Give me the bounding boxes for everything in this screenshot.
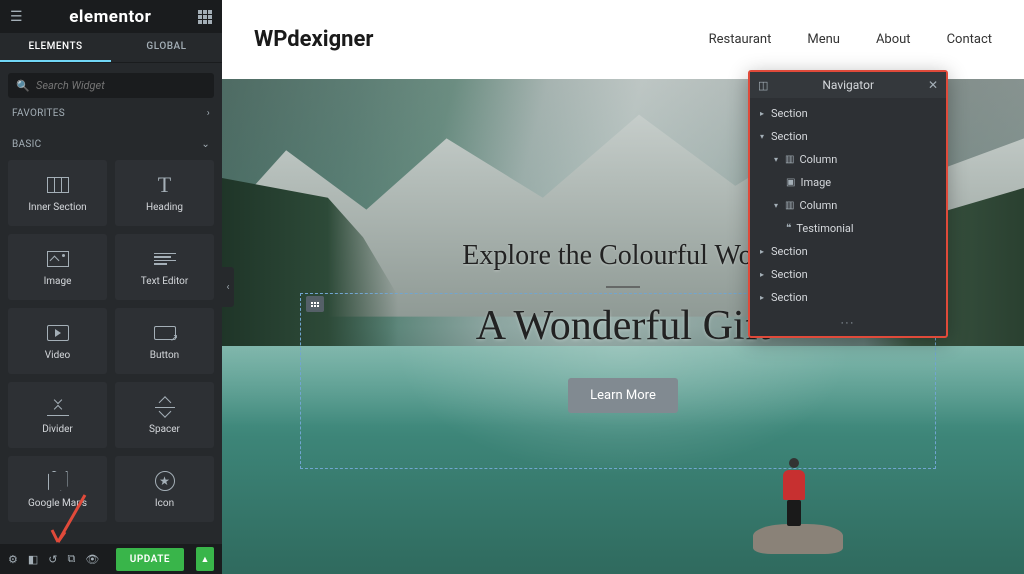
widget-icon[interactable]: ★Icon bbox=[115, 456, 214, 522]
search-icon: 🔍 bbox=[16, 79, 30, 92]
navigator-title: Navigator bbox=[768, 78, 928, 92]
chevron-down-icon: ⌄ bbox=[201, 139, 210, 150]
tab-elements[interactable]: ELEMENTS bbox=[0, 33, 111, 62]
update-button[interactable]: UPDATE bbox=[116, 548, 184, 571]
widget-search: 🔍 bbox=[8, 73, 214, 98]
star-icon: ★ bbox=[155, 470, 175, 492]
column-icon: ▥ bbox=[785, 200, 794, 211]
responsive-icon[interactable]: ⧉ bbox=[68, 552, 76, 566]
column-icon: ▥ bbox=[785, 154, 794, 165]
nav-about[interactable]: About bbox=[876, 32, 911, 47]
widget-divider[interactable]: Divider bbox=[8, 382, 107, 448]
elementor-logo: elementor bbox=[69, 7, 151, 27]
nav-contact[interactable]: Contact bbox=[947, 32, 992, 47]
close-icon[interactable]: ✕ bbox=[928, 78, 938, 92]
preview-icon[interactable]: 👁 bbox=[85, 553, 99, 566]
hero-divider[interactable] bbox=[606, 286, 640, 288]
nav-section-2[interactable]: ▾Section bbox=[750, 125, 946, 148]
navigator-header[interactable]: ◫ Navigator ✕ bbox=[750, 72, 946, 98]
widget-inner-section[interactable]: Inner Section bbox=[8, 160, 107, 226]
heading-icon: T bbox=[158, 174, 171, 196]
video-icon bbox=[47, 322, 69, 344]
hero-bg-person bbox=[783, 458, 805, 526]
caret-down-icon: ▾ bbox=[758, 132, 766, 141]
nav-section-3[interactable]: ▸Section bbox=[750, 240, 946, 263]
widget-button[interactable]: Button bbox=[115, 308, 214, 374]
nav-column-2[interactable]: ▾▥Column bbox=[750, 194, 946, 217]
nav-image-widget[interactable]: ▣Image bbox=[750, 171, 946, 194]
caret-down-icon: ▾ bbox=[772, 201, 780, 210]
nav-section-1[interactable]: ▸Section bbox=[750, 102, 946, 125]
search-input[interactable] bbox=[8, 73, 214, 98]
hero-cta-button[interactable]: Learn More bbox=[568, 378, 678, 413]
hero-subtitle[interactable]: Explore the Colourful World bbox=[462, 240, 784, 272]
panel-collapse-handle[interactable]: ‹ bbox=[222, 267, 234, 307]
testimonial-icon: ❝ bbox=[786, 223, 791, 234]
section-drag-handle[interactable] bbox=[306, 296, 324, 312]
widget-heading[interactable]: THeading bbox=[115, 160, 214, 226]
site-brand: WPdexigner bbox=[254, 27, 373, 52]
image-icon bbox=[47, 248, 69, 270]
settings-icon[interactable]: ⚙ bbox=[8, 553, 18, 566]
category-favorites[interactable]: FAVORITES › bbox=[0, 98, 222, 129]
navigator-resize-handle[interactable]: ··· bbox=[750, 313, 946, 336]
category-basic[interactable]: BASIC ⌄ bbox=[0, 129, 222, 160]
site-header: WPdexigner Restaurant Menu About Contact bbox=[222, 0, 1024, 79]
nav-section-4[interactable]: ▸Section bbox=[750, 263, 946, 286]
chevron-right-icon: › bbox=[207, 108, 210, 119]
widget-spacer[interactable]: Spacer bbox=[115, 382, 214, 448]
button-icon bbox=[154, 322, 176, 344]
nav-section-5[interactable]: ▸Section bbox=[750, 286, 946, 309]
nav-column-1[interactable]: ▾▥Column bbox=[750, 148, 946, 171]
navigator-toggle-icon[interactable]: ◧ bbox=[28, 553, 38, 566]
hero-bg-rock bbox=[753, 524, 843, 554]
category-label: BASIC bbox=[12, 139, 41, 150]
panel-tabs: ELEMENTS GLOBAL bbox=[0, 33, 222, 63]
image-icon: ▣ bbox=[786, 177, 795, 188]
panel-footer: ⚙ ◧ ↺ ⧉ 👁 UPDATE ▲ bbox=[0, 544, 222, 574]
caret-right-icon: ▸ bbox=[758, 293, 766, 302]
category-label: FAVORITES bbox=[12, 108, 65, 119]
widget-text-editor[interactable]: Text Editor bbox=[115, 234, 214, 300]
update-options-caret[interactable]: ▲ bbox=[196, 547, 214, 571]
caret-down-icon: ▾ bbox=[772, 155, 780, 164]
hero-title[interactable]: A Wonderful Gift bbox=[476, 302, 770, 350]
history-icon[interactable]: ↺ bbox=[48, 553, 57, 566]
hamburger-icon[interactable]: ☰ bbox=[10, 9, 23, 25]
widgets-grid-icon[interactable] bbox=[198, 10, 212, 24]
site-nav: Restaurant Menu About Contact bbox=[709, 32, 992, 47]
nav-testimonial-widget[interactable]: ❝Testimonial bbox=[750, 217, 946, 240]
caret-right-icon: ▸ bbox=[758, 109, 766, 118]
panel-header: ☰ elementor bbox=[0, 0, 222, 33]
nav-restaurant[interactable]: Restaurant bbox=[709, 32, 772, 47]
widget-google-maps[interactable]: Google Maps bbox=[8, 456, 107, 522]
widget-video[interactable]: Video bbox=[8, 308, 107, 374]
caret-right-icon: ▸ bbox=[758, 247, 766, 256]
divider-icon bbox=[47, 396, 69, 418]
spacer-icon bbox=[155, 396, 175, 418]
elementor-panel: ☰ elementor ELEMENTS GLOBAL 🔍 FAVORITES … bbox=[0, 0, 222, 574]
navigator-panel[interactable]: ◫ Navigator ✕ ▸Section ▾Section ▾▥Column… bbox=[748, 70, 948, 338]
widget-list: Inner Section THeading Image Text Editor… bbox=[0, 160, 222, 544]
tab-global[interactable]: GLOBAL bbox=[111, 33, 222, 62]
dock-icon[interactable]: ◫ bbox=[758, 79, 768, 92]
inner-section-icon bbox=[47, 174, 69, 196]
widget-image[interactable]: Image bbox=[8, 234, 107, 300]
nav-menu[interactable]: Menu bbox=[807, 32, 840, 47]
google-maps-icon bbox=[48, 470, 68, 492]
text-editor-icon bbox=[154, 248, 176, 270]
navigator-tree: ▸Section ▾Section ▾▥Column ▣Image ▾▥Colu… bbox=[750, 98, 946, 313]
caret-right-icon: ▸ bbox=[758, 270, 766, 279]
